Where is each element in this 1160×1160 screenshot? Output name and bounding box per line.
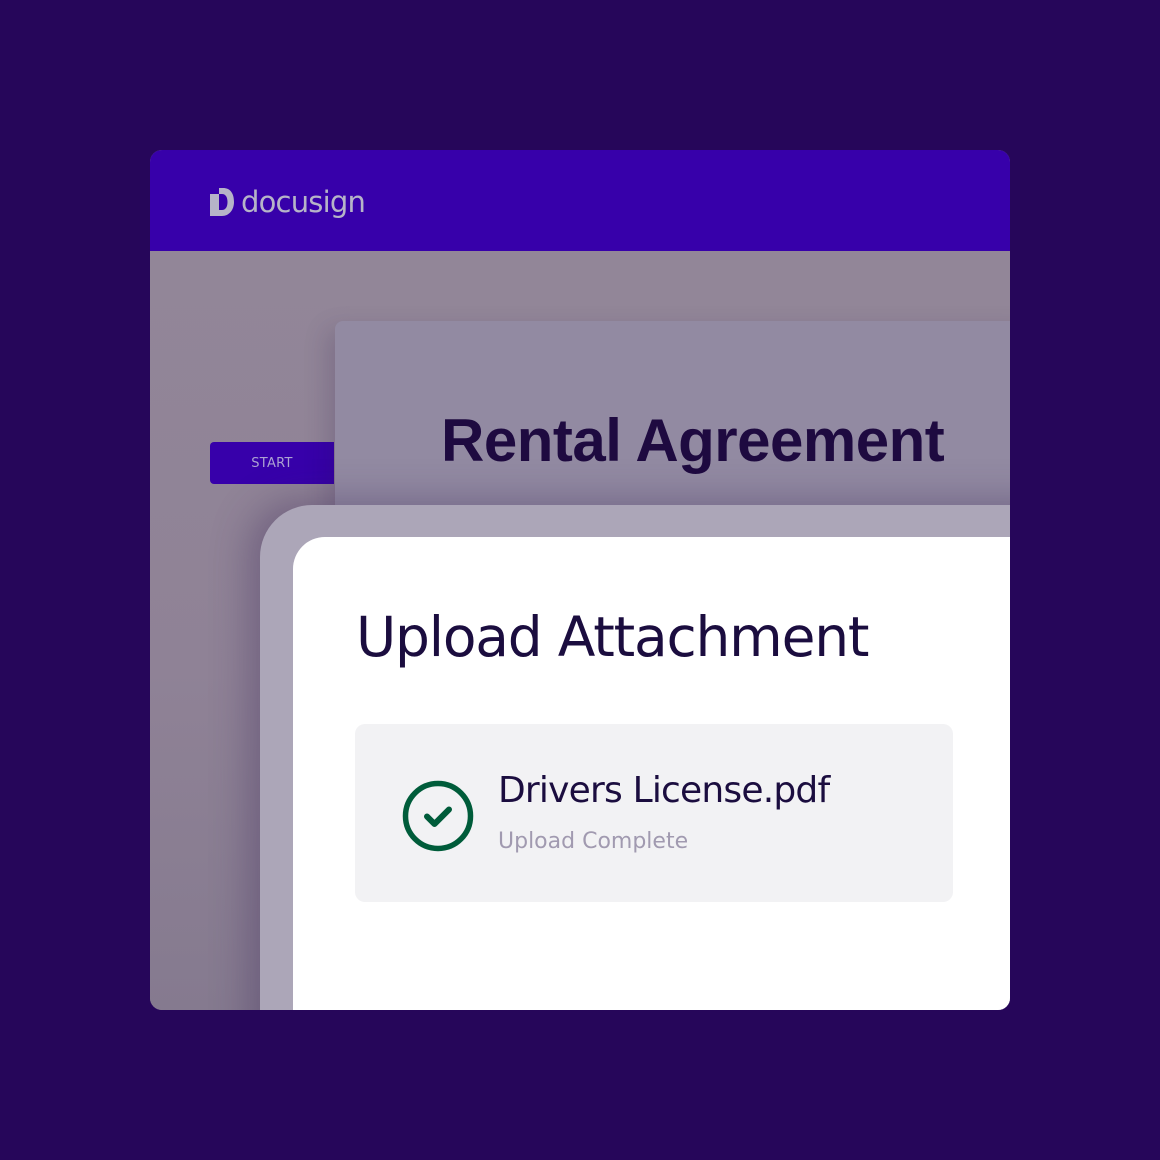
document-title: Rental Agreement [441,407,945,474]
attachment-item[interactable]: Drivers License.pdf Upload Complete [355,724,953,902]
header-bar: docusign [150,150,1010,251]
brand-name: docusign [241,185,366,219]
upload-attachment-dialog: Upload Attachment Drivers License.pdf Up… [293,537,1010,1010]
attachment-file-name: Drivers License.pdf [498,770,830,811]
dialog-title: Upload Attachment [356,605,869,669]
attachment-status: Upload Complete [498,829,689,854]
brand-logo: docusign [210,184,366,220]
check-circle-icon [402,780,474,852]
docusign-logo-icon [210,188,234,216]
signing-window: docusign START Rental Agreement Upload A… [150,150,1010,1010]
start-button[interactable]: START [210,442,334,484]
